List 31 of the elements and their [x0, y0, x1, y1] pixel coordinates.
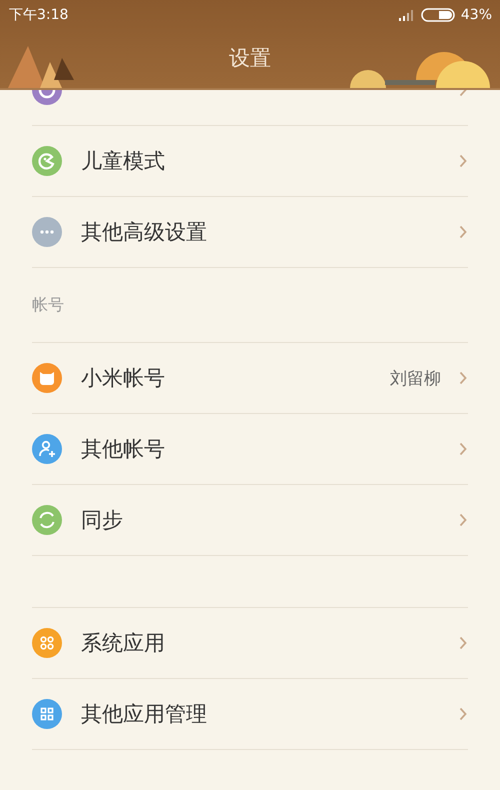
item-label: 同步: [81, 507, 124, 534]
chevron-icon: [459, 225, 467, 239]
item-label: 其他帐号: [81, 436, 166, 463]
chevron-icon: [459, 371, 467, 385]
item-label: 系统应用: [81, 630, 166, 657]
pyramids-drawing: [8, 46, 74, 88]
status-time: 下午3:18: [9, 6, 68, 24]
battery-percentage: 43%: [460, 7, 492, 23]
chevron-icon: [459, 707, 467, 721]
settings-item[interactable]: 其他帐号: [32, 414, 468, 485]
signal-icon: [398, 9, 415, 21]
item-label: 儿童模式: [81, 148, 166, 175]
battery-icon: [420, 8, 455, 22]
settings-item[interactable]: 儿童模式: [32, 126, 468, 197]
section-header: 帐号: [32, 268, 468, 343]
settings-item[interactable]: 其他高级设置: [32, 197, 468, 268]
chevron-icon: [459, 442, 467, 456]
chevron-icon: [459, 513, 467, 527]
item-label: 小米帐号: [81, 365, 166, 392]
settings-item[interactable]: 其他应用管理: [32, 679, 468, 750]
item-label: 其他高级设置: [81, 219, 208, 246]
item-value: 刘留柳: [390, 368, 441, 390]
item-label: 其他应用管理: [81, 701, 208, 728]
settings-item[interactable]: 小米帐号 刘留柳: [32, 343, 468, 414]
settings-item[interactable]: 系统应用: [32, 608, 468, 679]
page-title: 设置: [228, 45, 272, 72]
settings-item[interactable]: 同步: [32, 485, 468, 556]
chevron-icon: [459, 154, 467, 168]
settings-item[interactable]: [32, 90, 468, 126]
chevron-icon: [459, 90, 467, 97]
chevron-icon: [459, 636, 467, 650]
